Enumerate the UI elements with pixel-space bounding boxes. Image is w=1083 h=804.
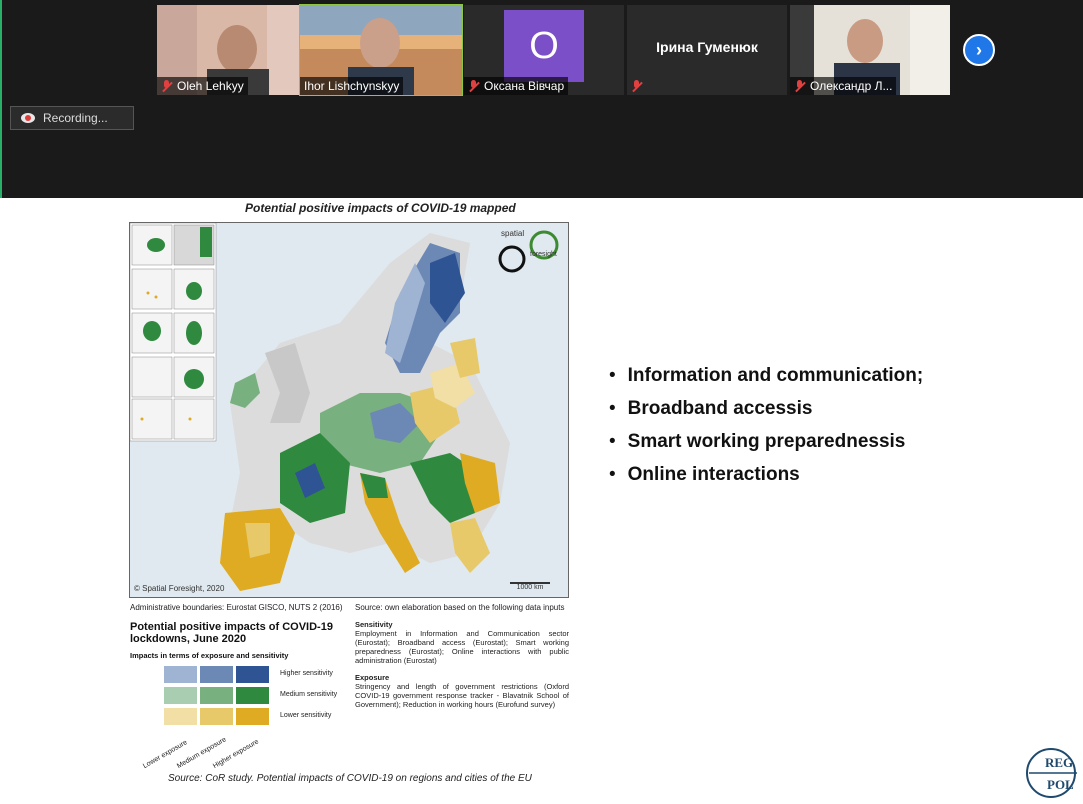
regpol-logo: REG POL <box>1025 743 1081 799</box>
spatial-foresight-logo: spatial foresight <box>498 229 562 273</box>
participant-display-name: Ірина Гуменюк <box>656 39 758 55</box>
logo-line2: POL <box>1047 777 1074 792</box>
legend-cell <box>200 666 233 683</box>
legend-row-label: Higher sensitivity <box>280 670 333 677</box>
participant-name: Оксана Вівчар <box>484 79 565 93</box>
legend-cell <box>236 708 269 725</box>
list-item: • Smart working preparednessis <box>609 431 923 464</box>
exposure-label: Exposure <box>355 673 390 682</box>
map-graphic <box>130 223 568 597</box>
shared-slide: Potential positive impacts of COVID-19 m… <box>0 198 1083 801</box>
bullet-text: Smart working preparednessis <box>627 431 906 452</box>
legend-row-label: Lower sensitivity <box>280 712 332 719</box>
source-inputs: Source: own elaboration based on the fol… <box>355 603 565 612</box>
bullet-text: Online interactions <box>627 464 800 485</box>
bullet-text: Information and communication; <box>627 365 924 386</box>
participant-name-bar: Оксана Вівчар <box>464 77 569 95</box>
brand-top: spatial <box>501 229 525 238</box>
participant-name-bar: Олександр Л... <box>790 77 897 95</box>
legend-cell <box>164 687 197 704</box>
participant-name: Олександр Л... <box>810 79 893 93</box>
legend-row-label: Medium sensitivity <box>280 691 338 698</box>
brand-bottom: foresight <box>530 251 557 258</box>
mic-muted-icon <box>161 80 173 92</box>
list-item: • Online interactions <box>609 464 923 497</box>
recording-label: Recording... <box>43 111 108 125</box>
legend-cell <box>200 687 233 704</box>
avatar: O <box>504 10 584 82</box>
figure-source: Source: CoR study. Potential impacts of … <box>168 773 532 784</box>
video-gallery-bar: Oleh Lehkyy Ihor Lishchynskyy O Оксана В… <box>0 0 1083 198</box>
sensitivity-text: Employment in Information and Communicat… <box>355 629 569 665</box>
mic-muted-icon <box>631 80 643 92</box>
regpol-logo-mark: REG POL <box>1026 748 1077 798</box>
europe-map: spatial foresight © Spatial Foresight, 2… <box>129 222 569 598</box>
legend-cell <box>164 708 197 725</box>
recording-indicator[interactable]: Recording... <box>10 106 134 130</box>
mic-muted-icon <box>794 80 806 92</box>
participant-tile-oleksandr[interactable]: Олександр Л... <box>790 5 950 95</box>
legend-subtitle: Impacts in terms of exposure and sensiti… <box>130 651 289 660</box>
map-copyright: © Spatial Foresight, 2020 <box>134 584 225 593</box>
logo-line1: REG <box>1045 755 1073 770</box>
figure-title: Potential positive impacts of COVID-19 m… <box>245 201 516 215</box>
participant-tile-ihor[interactable]: Ihor Lishchynskyy <box>299 4 463 96</box>
legend-cell <box>200 708 233 725</box>
participant-name: Oleh Lehkyy <box>177 79 244 93</box>
legend-cell <box>164 666 197 683</box>
participant-name-bar: Ihor Lishchynskyy <box>300 77 404 95</box>
mic-muted-icon <box>468 80 480 92</box>
chevron-right-icon[interactable]: › <box>963 34 995 66</box>
exposure-text: Stringency and length of government rest… <box>355 682 569 709</box>
bullet-text: Broadband accessis <box>627 398 813 419</box>
participant-name: Ihor Lishchynskyy <box>304 79 400 93</box>
map-scale: 1000 km <box>510 582 550 591</box>
participant-tile-iryna[interactable]: Ірина Гуменюк <box>627 5 787 95</box>
participant-tile-oksana[interactable]: O Оксана Вівчар <box>464 5 624 95</box>
list-item: • Information and communication; <box>609 365 923 398</box>
bullet-list: • Information and communication; • Broadba… <box>609 365 923 497</box>
recording-icon <box>21 113 35 123</box>
legend-title: Potential positive impacts of COVID-19 l… <box>130 621 333 645</box>
legend-cell <box>236 687 269 704</box>
sensitivity-exposure-notes: Sensitivity Employment in Information an… <box>355 620 569 709</box>
window-edge <box>0 0 2 198</box>
sensitivity-label: Sensitivity <box>355 620 393 629</box>
admin-boundaries: Administrative boundaries: Eurostat GISC… <box>130 603 343 612</box>
list-item: • Broadband accessis <box>609 398 923 431</box>
participant-tile-oleh[interactable]: Oleh Lehkyy <box>157 5 313 95</box>
legend-cell <box>236 666 269 683</box>
participant-name-bar: Oleh Lehkyy <box>157 77 248 95</box>
participant-name-bar <box>627 77 647 95</box>
